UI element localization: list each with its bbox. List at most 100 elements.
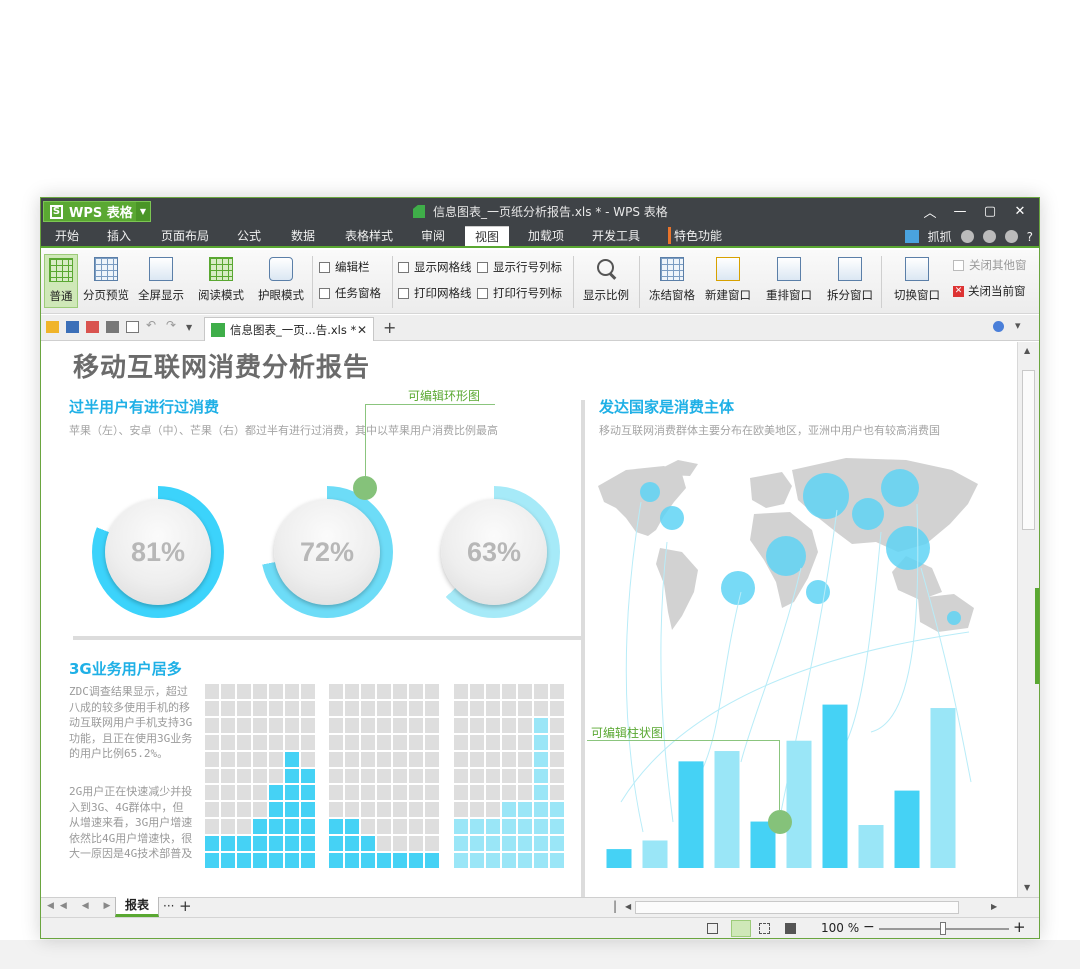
- waffle-cell: [377, 785, 391, 801]
- print-grid-checkbox[interactable]: 打印网格线: [398, 285, 472, 301]
- close-button[interactable]: ✕: [1005, 201, 1035, 221]
- waffle-cell: [502, 853, 516, 868]
- page-break-button[interactable]: 分页预览: [81, 254, 131, 308]
- maximize-button[interactable]: ▢: [975, 201, 1005, 221]
- donut-label: 72%: [274, 499, 380, 605]
- side-panel-handle[interactable]: [1035, 588, 1039, 684]
- scroll-right-icon[interactable]: ▶: [991, 902, 997, 911]
- waffle-cell: [502, 700, 516, 716]
- close-current-button[interactable]: ✕ 关闭当前窗: [953, 283, 1026, 299]
- save-icon[interactable]: [66, 321, 79, 333]
- read-mode-button[interactable]: 阅读模式: [193, 254, 249, 308]
- waffle-cell: [502, 684, 516, 699]
- hscroll-splitter[interactable]: |: [613, 899, 617, 913]
- reading-mode-status-icon[interactable]: [785, 923, 796, 934]
- app-menu-button[interactable]: S WPS 表格 ▼: [43, 201, 151, 222]
- print-headers-checkbox[interactable]: 打印行号列标: [477, 285, 562, 301]
- page-view-status-icon[interactable]: [731, 920, 751, 937]
- menu-page-layout[interactable]: 页面布局: [161, 227, 209, 244]
- menu-review[interactable]: 审阅: [421, 227, 445, 244]
- waffle-cell: [502, 785, 516, 801]
- options-icon[interactable]: ▾: [1015, 319, 1028, 332]
- scroll-thumb[interactable]: [1022, 370, 1035, 530]
- help-button[interactable]: ?: [1027, 230, 1033, 244]
- more-sheets-button[interactable]: ···: [163, 899, 174, 913]
- sync-icon[interactable]: [982, 230, 996, 243]
- menu-formulas[interactable]: 公式: [237, 227, 261, 244]
- minimize-button[interactable]: —: [945, 201, 975, 221]
- split-window-button[interactable]: 拆分窗口: [823, 254, 877, 308]
- menu-addins[interactable]: 加载项: [528, 227, 564, 244]
- menu-special[interactable]: 特色功能: [668, 227, 722, 244]
- waffle-cell: [486, 717, 500, 733]
- normal-view-status-icon[interactable]: [707, 923, 718, 934]
- waffle-cell: [329, 717, 343, 733]
- arrange-windows-button[interactable]: 重排窗口: [757, 254, 821, 308]
- scroll-up-icon[interactable]: ▲: [1024, 346, 1030, 355]
- shirt-icon[interactable]: [1004, 230, 1018, 243]
- task-pane-checkbox[interactable]: 任务窗格: [319, 285, 381, 301]
- eye-mode-button[interactable]: 护眼模式: [256, 254, 306, 308]
- scroll-left-icon[interactable]: ◀: [625, 902, 631, 911]
- skin-icon[interactable]: [960, 230, 974, 243]
- waffle-cell: [454, 717, 468, 733]
- zoom-out-icon[interactable]: −: [863, 919, 875, 935]
- page-break-status-icon[interactable]: [759, 923, 770, 934]
- bar-8: [858, 825, 884, 868]
- new-window-button[interactable]: 新建窗口: [701, 254, 755, 308]
- normal-view-button[interactable]: 普通: [44, 254, 78, 308]
- menu-data[interactable]: 数据: [291, 227, 315, 244]
- collapse-ribbon-button[interactable]: ︿: [915, 201, 945, 221]
- arrange-label: 重排窗口: [766, 288, 812, 302]
- waffle-cell: [409, 802, 423, 818]
- redo-icon[interactable]: ↷: [166, 318, 179, 332]
- sheet-canvas[interactable]: 移动互联网消费分析报告 过半用户有进行过消费 苹果（左）、安卓（中）、芒果（右）…: [41, 342, 1017, 897]
- grab-icon: [904, 230, 919, 243]
- show-grid-checkbox[interactable]: 显示网格线: [398, 259, 472, 275]
- zoom-in-icon[interactable]: +: [1013, 918, 1026, 936]
- fullscreen-button[interactable]: 全屏显示: [136, 254, 186, 308]
- add-sheet-button[interactable]: +: [179, 897, 192, 915]
- waffle-cell: [237, 836, 251, 852]
- zoom-button[interactable]: 显示比例: [579, 254, 633, 308]
- document-tab[interactable]: 信息图表_一页...告.xls * ✕: [204, 317, 374, 341]
- grab-button[interactable]: 抓抓: [928, 228, 952, 245]
- menu-developer[interactable]: 开发工具: [592, 227, 640, 244]
- export-pdf-icon[interactable]: [86, 321, 99, 333]
- waffle-cell: [409, 700, 423, 716]
- switch-window-button[interactable]: 切换窗口: [887, 254, 947, 308]
- close-others-button[interactable]: 关闭其他窗: [953, 257, 1027, 273]
- open-icon[interactable]: [46, 321, 59, 333]
- section3-title: 3G业务用户居多: [69, 660, 182, 678]
- freeze-panes-button[interactable]: 冻结窗格: [645, 254, 699, 308]
- zoom-slider-knob[interactable]: [940, 922, 946, 935]
- scroll-down-icon[interactable]: ▼: [1024, 883, 1030, 892]
- ribbon-separator: [881, 256, 882, 308]
- show-headers-checkbox[interactable]: 显示行号列标: [477, 259, 562, 275]
- menu-view[interactable]: 视图: [465, 226, 510, 246]
- waffle-cell: [253, 751, 267, 767]
- add-tab-icon[interactable]: +: [383, 318, 396, 337]
- waffle-cell: [454, 751, 468, 767]
- sheet-tab-report[interactable]: 报表: [115, 897, 159, 917]
- menu-home[interactable]: 开始: [55, 227, 79, 244]
- cloud-icon[interactable]: [993, 321, 1004, 332]
- zoom-level[interactable]: 100 %: [821, 921, 859, 935]
- horizontal-scrollbar-thumb[interactable]: [635, 901, 959, 914]
- waffle-cell: [486, 819, 500, 835]
- waffle-cell: [486, 853, 500, 868]
- qat-dropdown-icon[interactable]: ▼: [186, 323, 199, 335]
- menu-insert[interactable]: 插入: [107, 227, 131, 244]
- undo-icon[interactable]: ↶: [146, 318, 159, 332]
- menu-table-style[interactable]: 表格样式: [345, 227, 393, 244]
- waffle-cell: [205, 785, 219, 801]
- waffle-cell: [329, 768, 343, 784]
- waffle-cell: [393, 853, 407, 868]
- status-bar: 100 % − +: [41, 917, 1039, 938]
- edit-bar-checkbox[interactable]: 编辑栏: [319, 259, 370, 275]
- waffle-cell: [502, 751, 516, 767]
- print-icon[interactable]: [106, 321, 119, 333]
- waffle-cell: [470, 768, 484, 784]
- print-preview-icon[interactable]: [126, 321, 139, 333]
- close-tab-icon[interactable]: ✕: [357, 323, 367, 337]
